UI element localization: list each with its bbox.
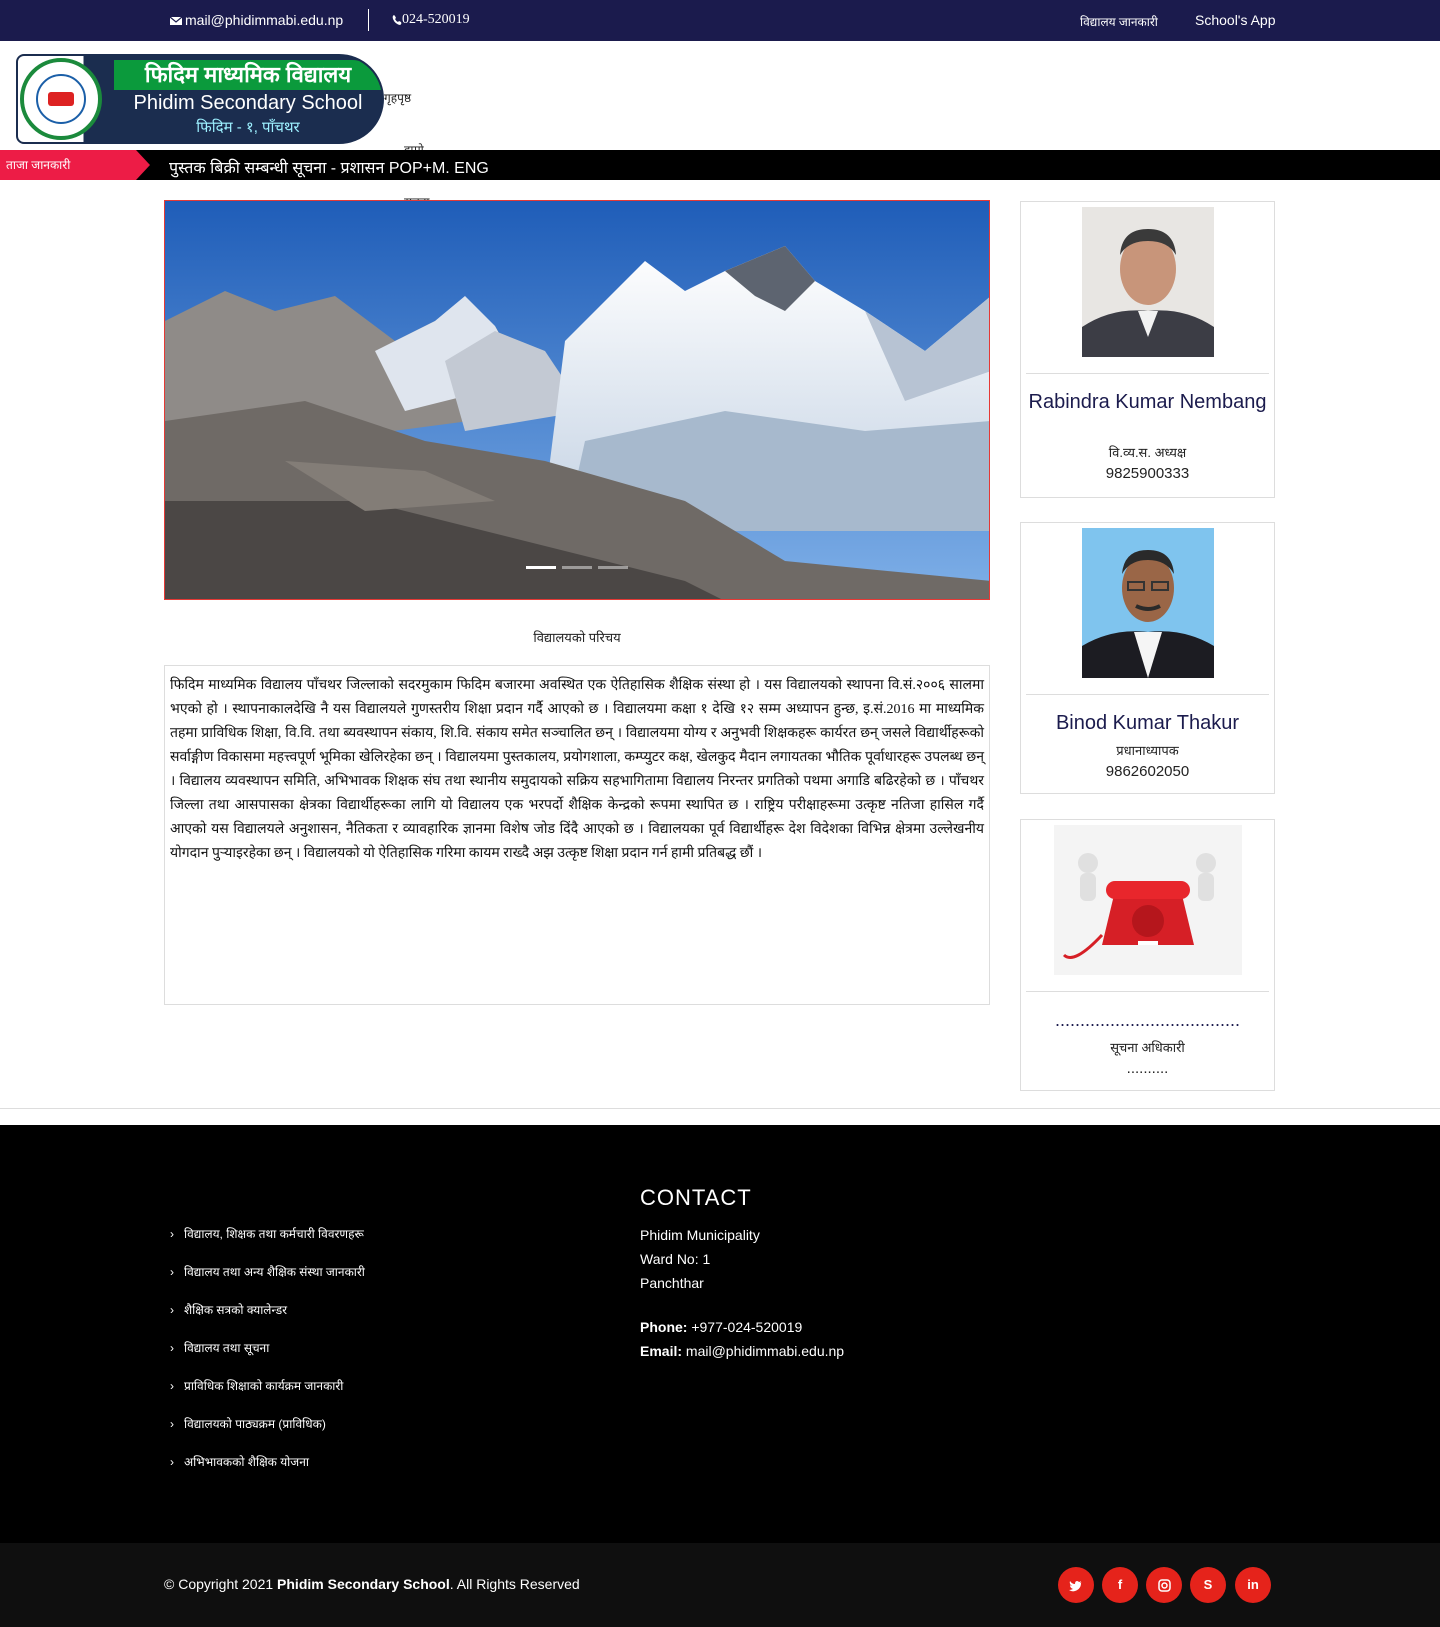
staff-role: प्रधानाध्यापक [1116, 743, 1179, 758]
logo-title-nepali: फिदिम माध्यमिक विद्यालय [114, 60, 382, 90]
footer-link[interactable]: › विद्यालयको पाठ्यक्रम (प्राविधिक) [170, 1415, 365, 1453]
facebook-icon[interactable]: f [1102, 1567, 1138, 1603]
copyright-text: © Copyright 2021 Phidim Secondary School… [164, 1576, 580, 1592]
school-seal [20, 58, 102, 140]
contact-address: Phidim Municipality Ward No: 1 Panchthar [640, 1223, 760, 1295]
linkedin-icon[interactable]: in [1235, 1567, 1271, 1603]
skype-icon[interactable]: S [1190, 1567, 1226, 1603]
chevron-right-icon: › [170, 1303, 174, 1317]
staff-phone[interactable]: 9862602050 [1021, 763, 1274, 780]
logo-title-english: Phidim Secondary School [133, 92, 363, 114]
instagram-icon[interactable] [1146, 1567, 1182, 1603]
ticker-label: ताजा जानकारी [0, 150, 150, 180]
ticker-text[interactable]: पुस्तक बिक्री सम्बन्धी सूचना - प्रशासन P… [169, 156, 489, 178]
footer-link[interactable]: › विद्यालय, शिक्षक तथा कर्मचारी विवरणहरू [170, 1225, 365, 1263]
staff-role: सूचना अधिकारी [1110, 1040, 1185, 1055]
slider-dot-3[interactable] [598, 566, 628, 569]
staff-photo [1082, 528, 1214, 678]
address-line: Panchthar [640, 1275, 704, 1291]
staff-name: ..................................... [1054, 1010, 1241, 1030]
footer-link[interactable]: › अभिभावकको शैक्षिक योजना [170, 1453, 365, 1491]
staff-card-principal: Binod Kumar Thakur प्रधानाध्यापक 9862602… [1020, 522, 1275, 794]
envelope-icon [169, 16, 183, 26]
staff-name: Binod Kumar Thakur [1055, 712, 1240, 734]
staff-photo [1082, 207, 1214, 357]
footer-link[interactable]: › शैक्षिक सत्रको क्यालेन्डर [170, 1301, 365, 1339]
top-phone-text: 024-520019 [402, 12, 470, 27]
slider-dots [165, 556, 989, 574]
phone-icon [392, 14, 402, 25]
top-email[interactable]: mail@phidimmabi.edu.np [169, 12, 344, 28]
top-phone[interactable]: 024-520019 [392, 12, 470, 28]
about-text: फिदिम माध्यमिक विद्यालय पाँचथर जिल्लाको … [164, 665, 990, 1005]
school-logo[interactable]: फिदिम माध्यमिक विद्यालय Phidim Secondary… [16, 54, 384, 144]
twitter-icon[interactable] [1058, 1567, 1094, 1603]
section-divider [0, 1108, 1440, 1109]
contact-phone: Phone: +977-024-520019 [640, 1319, 803, 1335]
chevron-right-icon: › [170, 1379, 174, 1393]
chevron-right-icon: › [170, 1265, 174, 1279]
footer-link[interactable]: › विद्यालय तथा सूचना [170, 1339, 365, 1377]
nav-home[interactable]: गृहपृष्ठ [384, 89, 411, 106]
chevron-right-icon: › [170, 1227, 174, 1241]
chevron-right-icon: › [170, 1455, 174, 1469]
copyright-bar: © Copyright 2021 Phidim Secondary School… [0, 1543, 1440, 1627]
footer-link[interactable]: › प्राविधिक शिक्षाको कार्यक्रम जानकारी [170, 1377, 365, 1415]
slider-dot-2[interactable] [562, 566, 592, 569]
mountain-slide-image [165, 201, 989, 599]
address-line: Ward No: 1 [640, 1251, 711, 1267]
logo-location: फिदिम - १, पाँचथर [196, 119, 300, 136]
staff-phone[interactable]: 9825900333 [1021, 465, 1274, 482]
chevron-right-icon: › [170, 1341, 174, 1355]
top-link-info[interactable]: विद्यालय जानकारी [1080, 13, 1158, 30]
top-link-app[interactable]: School's App [1195, 12, 1276, 28]
slider-dot-1[interactable] [526, 566, 556, 569]
footer-link[interactable]: › विद्यालय तथा अन्य शैक्षिक संस्था जानकार… [170, 1263, 365, 1301]
footer-links: › विद्यालय, शिक्षक तथा कर्मचारी विवरणहरू … [170, 1225, 365, 1491]
news-ticker: ताजा जानकारी पुस्तक बिक्री सम्बन्धी सूचन… [0, 150, 1440, 180]
contact-email: Email: mail@phidimmabi.edu.np [640, 1343, 845, 1359]
image-slider[interactable] [164, 200, 990, 600]
staff-card-info-officer: ..................................... सू… [1020, 819, 1275, 1091]
contact-heading: CONTACT [640, 1185, 752, 1210]
staff-card-chairperson: Rabindra Kumar Nembang वि.व्य.स. अध्यक्ष… [1020, 201, 1275, 498]
footer: › विद्यालय, शिक्षक तथा कर्मचारी विवरणहरू … [0, 1125, 1440, 1543]
about-title: विद्यालयको परिचय [533, 630, 621, 645]
staff-name: Rabindra Kumar Nembang [1028, 391, 1267, 413]
staff-role: वि.व्य.स. अध्यक्ष [1108, 445, 1187, 460]
address-line: Phidim Municipality [640, 1227, 760, 1243]
top-bar: mail@phidimmabi.edu.np 024-520019 विद्या… [0, 0, 1440, 41]
top-divider [368, 9, 369, 31]
top-email-text: mail@phidimmabi.edu.np [185, 12, 344, 28]
staff-phone: .......... [1126, 1060, 1169, 1077]
telephone-image [1054, 825, 1242, 975]
chevron-right-icon: › [170, 1417, 174, 1431]
